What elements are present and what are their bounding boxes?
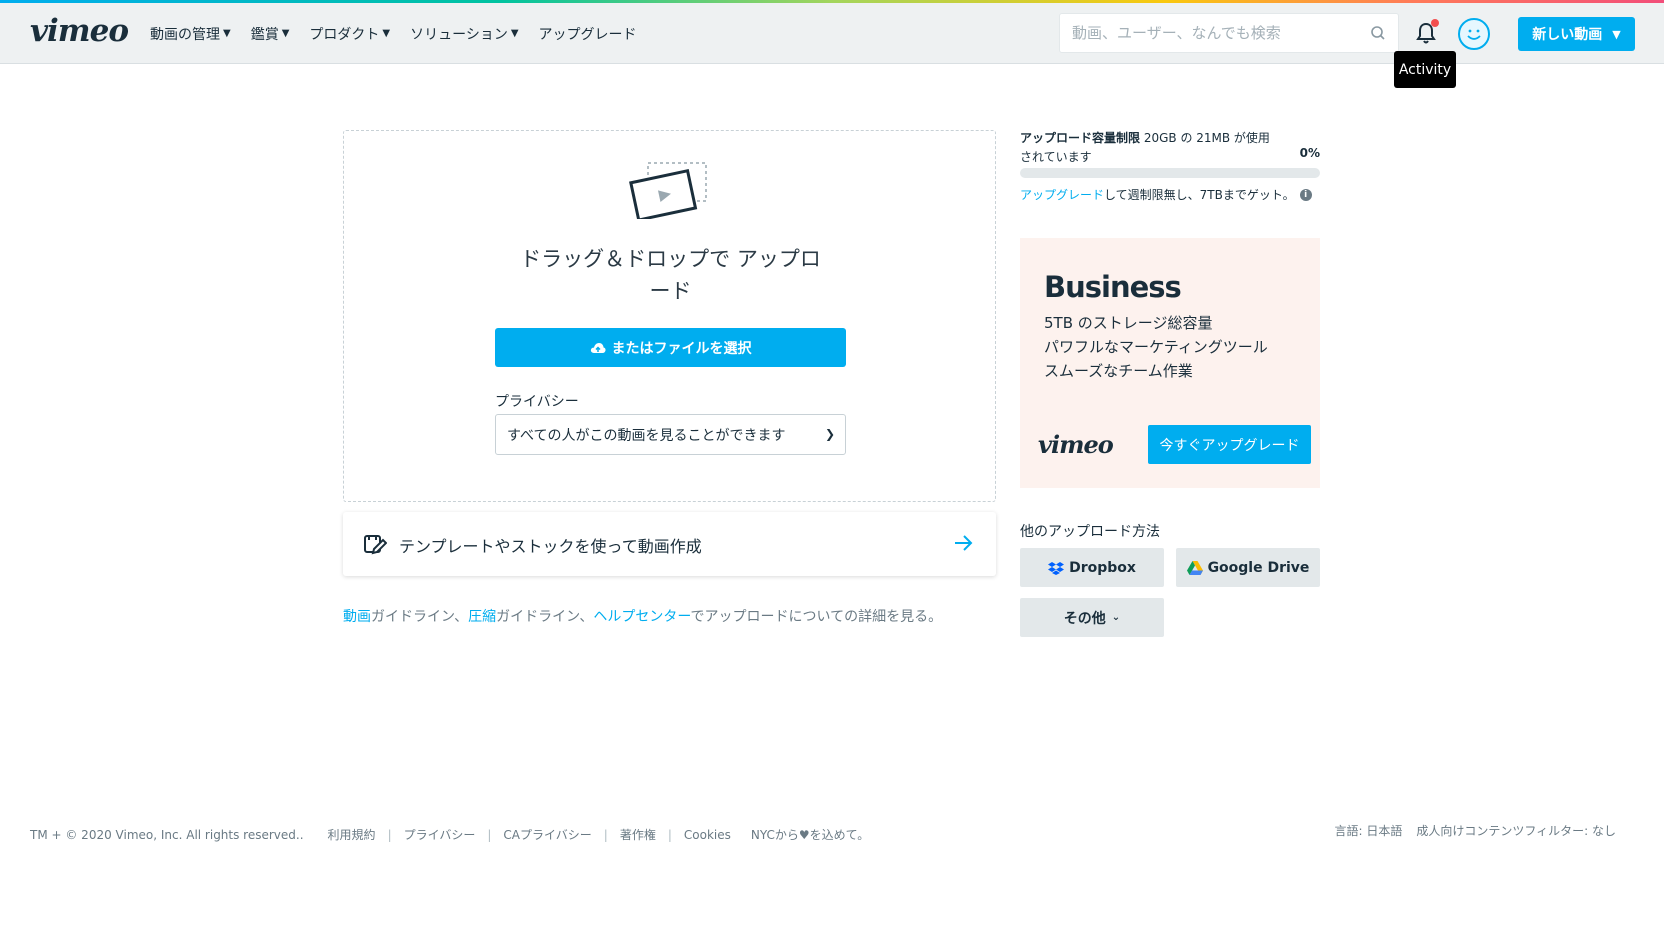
quota-line2: されています	[1020, 150, 1092, 164]
quota-row: されています 0%	[1020, 146, 1320, 164]
footer-link-copyright[interactable]: 著作権	[620, 826, 656, 843]
help-center-link[interactable]: ヘルプセンター	[593, 609, 690, 625]
other-upload-methods-label: 他のアップロード方法	[1020, 524, 1160, 540]
quota-text: アップロード容量制限 20GB の 21MB が使用	[1020, 130, 1320, 146]
video-upload-illustration	[629, 162, 707, 219]
footer-link-privacy[interactable]: プライバシー	[404, 826, 476, 843]
guide-text: ガイドライン、	[496, 609, 594, 625]
nav-label: ソリューション	[410, 26, 508, 43]
new-video-label: 新しい動画	[1532, 27, 1603, 43]
guide-text: ガイドライン、	[371, 609, 469, 625]
footer-separator: |	[487, 827, 492, 842]
chevron-down-icon: ▼	[510, 28, 519, 39]
quota-detail: 20GB の 21MB が使用	[1140, 131, 1270, 145]
select-file-label: またはファイルを選択	[611, 340, 752, 357]
heart-icon: ♥	[798, 827, 810, 842]
content-filter-selector[interactable]: 成人向けコンテンツフィルター: なし	[1416, 822, 1616, 839]
notifications-bell-icon[interactable]	[1415, 19, 1439, 45]
language-selector[interactable]: 言語: 日本語	[1335, 822, 1403, 839]
dropbox-button[interactable]: Dropbox	[1020, 548, 1164, 587]
notification-dot	[1431, 19, 1439, 27]
activity-tooltip: Activity	[1394, 51, 1456, 88]
more-sources-label: その他	[1063, 610, 1106, 627]
chevron-down-icon: ⌄	[1111, 612, 1121, 623]
quota-label: アップロード容量制限	[1020, 131, 1141, 145]
quota-progress-bar	[1020, 168, 1320, 178]
chevron-down-icon: ▼	[281, 28, 290, 39]
dropbox-icon	[1048, 561, 1065, 575]
dropbox-label: Dropbox	[1069, 559, 1136, 576]
arrow-right-icon	[955, 535, 973, 551]
nav-products[interactable]: プロダクト ▼	[309, 24, 390, 44]
chevron-down-icon: ▼	[1612, 27, 1621, 41]
privacy-select[interactable]: すべての人がこの動画を見ることができます ❯	[495, 414, 846, 455]
quota-percent: 0%	[1299, 146, 1320, 160]
privacy-value: すべての人がこの動画を見ることができます	[507, 427, 786, 444]
main-nav: 動画の管理 ▼ 鑑賞 ▼ プロダクト ▼ ソリューション ▼ アップグレード	[150, 3, 657, 64]
search-box	[1059, 13, 1399, 53]
business-title: Business	[1044, 270, 1182, 304]
footer-separator: |	[387, 827, 392, 842]
nav-solutions[interactable]: ソリューション ▼	[410, 24, 518, 44]
search-icon[interactable]	[1370, 25, 1386, 41]
footer-right: 言語: 日本語 成人向けコンテンツフィルター: なし	[1321, 822, 1616, 839]
nav-label: アップグレード	[538, 26, 637, 43]
upgrade-link[interactable]: アップグレード	[1020, 186, 1104, 203]
guide-text: でアップロードについての詳細を見る。	[690, 609, 943, 625]
avatar[interactable]	[1458, 18, 1490, 50]
compression-guideline-link[interactable]: 圧縮	[468, 609, 496, 625]
page-footer: TM + © 2020 Vimeo, Inc. All rights reser…	[0, 820, 1664, 850]
nav-manage-videos[interactable]: 動画の管理 ▼	[150, 24, 231, 44]
footer-separator: |	[603, 827, 608, 842]
video-guideline-link[interactable]: 動画	[343, 609, 371, 625]
business-promo: Business 5TB のストレージ総容量 パワフルなマーケティングツール ス…	[1020, 238, 1320, 488]
upgrade-hint: アップグレード して週制限無し、7TBまでゲット。 i	[1020, 186, 1320, 203]
footer-link-ca-privacy[interactable]: CAプライバシー	[503, 826, 591, 843]
vimeo-logo: vimeo	[1038, 430, 1114, 459]
select-file-button[interactable]: またはファイルを選択	[495, 328, 846, 367]
footer-link-cookies[interactable]: Cookies	[684, 828, 731, 842]
more-sources-button[interactable]: その他 ⌄	[1020, 598, 1164, 637]
search-input[interactable]	[1060, 24, 1350, 42]
google-drive-label: Google Drive	[1207, 559, 1310, 576]
business-feature: パワフルなマーケティングツール	[1044, 338, 1268, 356]
privacy-label: プライバシー	[495, 394, 579, 410]
nav-label: 動画の管理	[150, 26, 220, 43]
info-icon[interactable]: i	[1299, 188, 1312, 201]
smiley-icon	[1467, 29, 1481, 40]
chevron-down-icon: ▼	[382, 28, 391, 39]
drag-drop-text: ドラッグ＆ドロップで アップロード	[520, 247, 821, 303]
new-video-button[interactable]: 新しい動画 ▼	[1518, 17, 1635, 51]
edit-template-icon	[364, 535, 387, 555]
copyright-text: TM + © 2020 Vimeo, Inc. All rights reser…	[30, 827, 304, 842]
nav-upgrade[interactable]: アップグレード	[539, 24, 637, 44]
cloud-upload-icon	[590, 342, 606, 353]
upload-guidelines: 動画ガイドライン、圧縮ガイドライン、ヘルプセンターでアップロードについての詳細を…	[343, 606, 942, 626]
nav-label: プロダクト	[309, 26, 380, 43]
google-drive-icon	[1186, 560, 1203, 575]
template-text: テンプレートやストックを使って動画作成	[399, 537, 702, 556]
footer-separator: |	[667, 827, 672, 842]
nyc-text: を込めて。	[809, 828, 870, 842]
create-from-template-card[interactable]: テンプレートやストックを使って動画作成	[343, 512, 996, 576]
chevron-down-icon: ❯	[824, 427, 835, 441]
vimeo-logo[interactable]: vimeo	[30, 13, 129, 49]
business-feature: スムーズなチーム作業	[1044, 362, 1193, 380]
footer-link-terms[interactable]: 利用規約	[328, 826, 376, 843]
upload-quota-panel: アップロード容量制限 20GB の 21MB が使用 されています 0% アップ…	[1020, 130, 1320, 203]
nav-watch[interactable]: 鑑賞 ▼	[251, 24, 290, 44]
upgrade-now-button[interactable]: 今すぐアップグレード	[1148, 425, 1311, 464]
upload-dropzone[interactable]: ドラッグ＆ドロップで アップロード またはファイルを選択 プライバシー すべての…	[343, 130, 996, 502]
upgrade-hint-text: して週制限無し、7TBまでゲット。	[1104, 188, 1295, 202]
chevron-down-icon: ▼	[223, 28, 231, 39]
footer-left: TM + © 2020 Vimeo, Inc. All rights reser…	[30, 826, 869, 843]
nav-label: 鑑賞	[250, 26, 279, 43]
business-feature: 5TB のストレージ総容量	[1044, 314, 1213, 332]
google-drive-button[interactable]: Google Drive	[1176, 548, 1320, 587]
nyc-text: NYCから	[750, 828, 799, 842]
